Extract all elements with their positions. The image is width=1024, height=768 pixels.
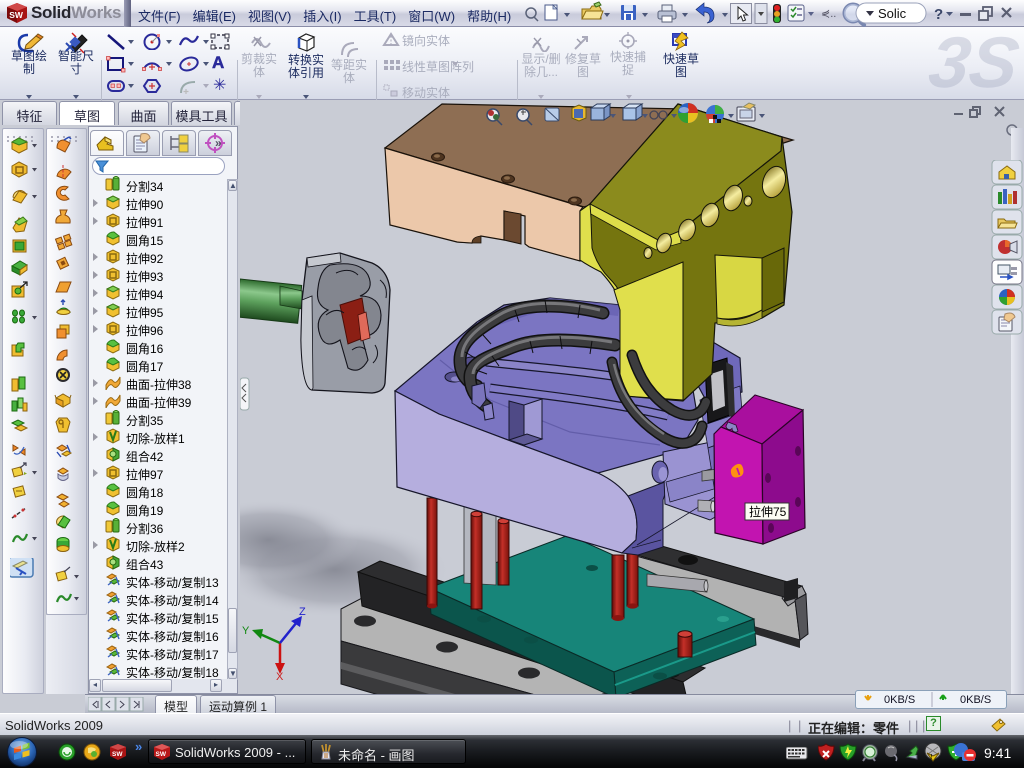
svg-text:⋞..: ⋞.. — [821, 8, 836, 20]
svg-text:SW: SW — [9, 10, 24, 20]
svg-text:拉伸75: 拉伸75 — [749, 504, 787, 519]
svg-text:!: ! — [931, 754, 933, 761]
svg-text:SW: SW — [112, 751, 123, 758]
svg-text:X: X — [276, 671, 284, 683]
svg-text:Z: Z — [299, 606, 306, 618]
svg-text:SW: SW — [156, 751, 167, 758]
svg-text:Y: Y — [242, 625, 250, 637]
svg-text:Solic: Solic — [878, 6, 907, 21]
svg-text:?: ? — [934, 6, 943, 23]
